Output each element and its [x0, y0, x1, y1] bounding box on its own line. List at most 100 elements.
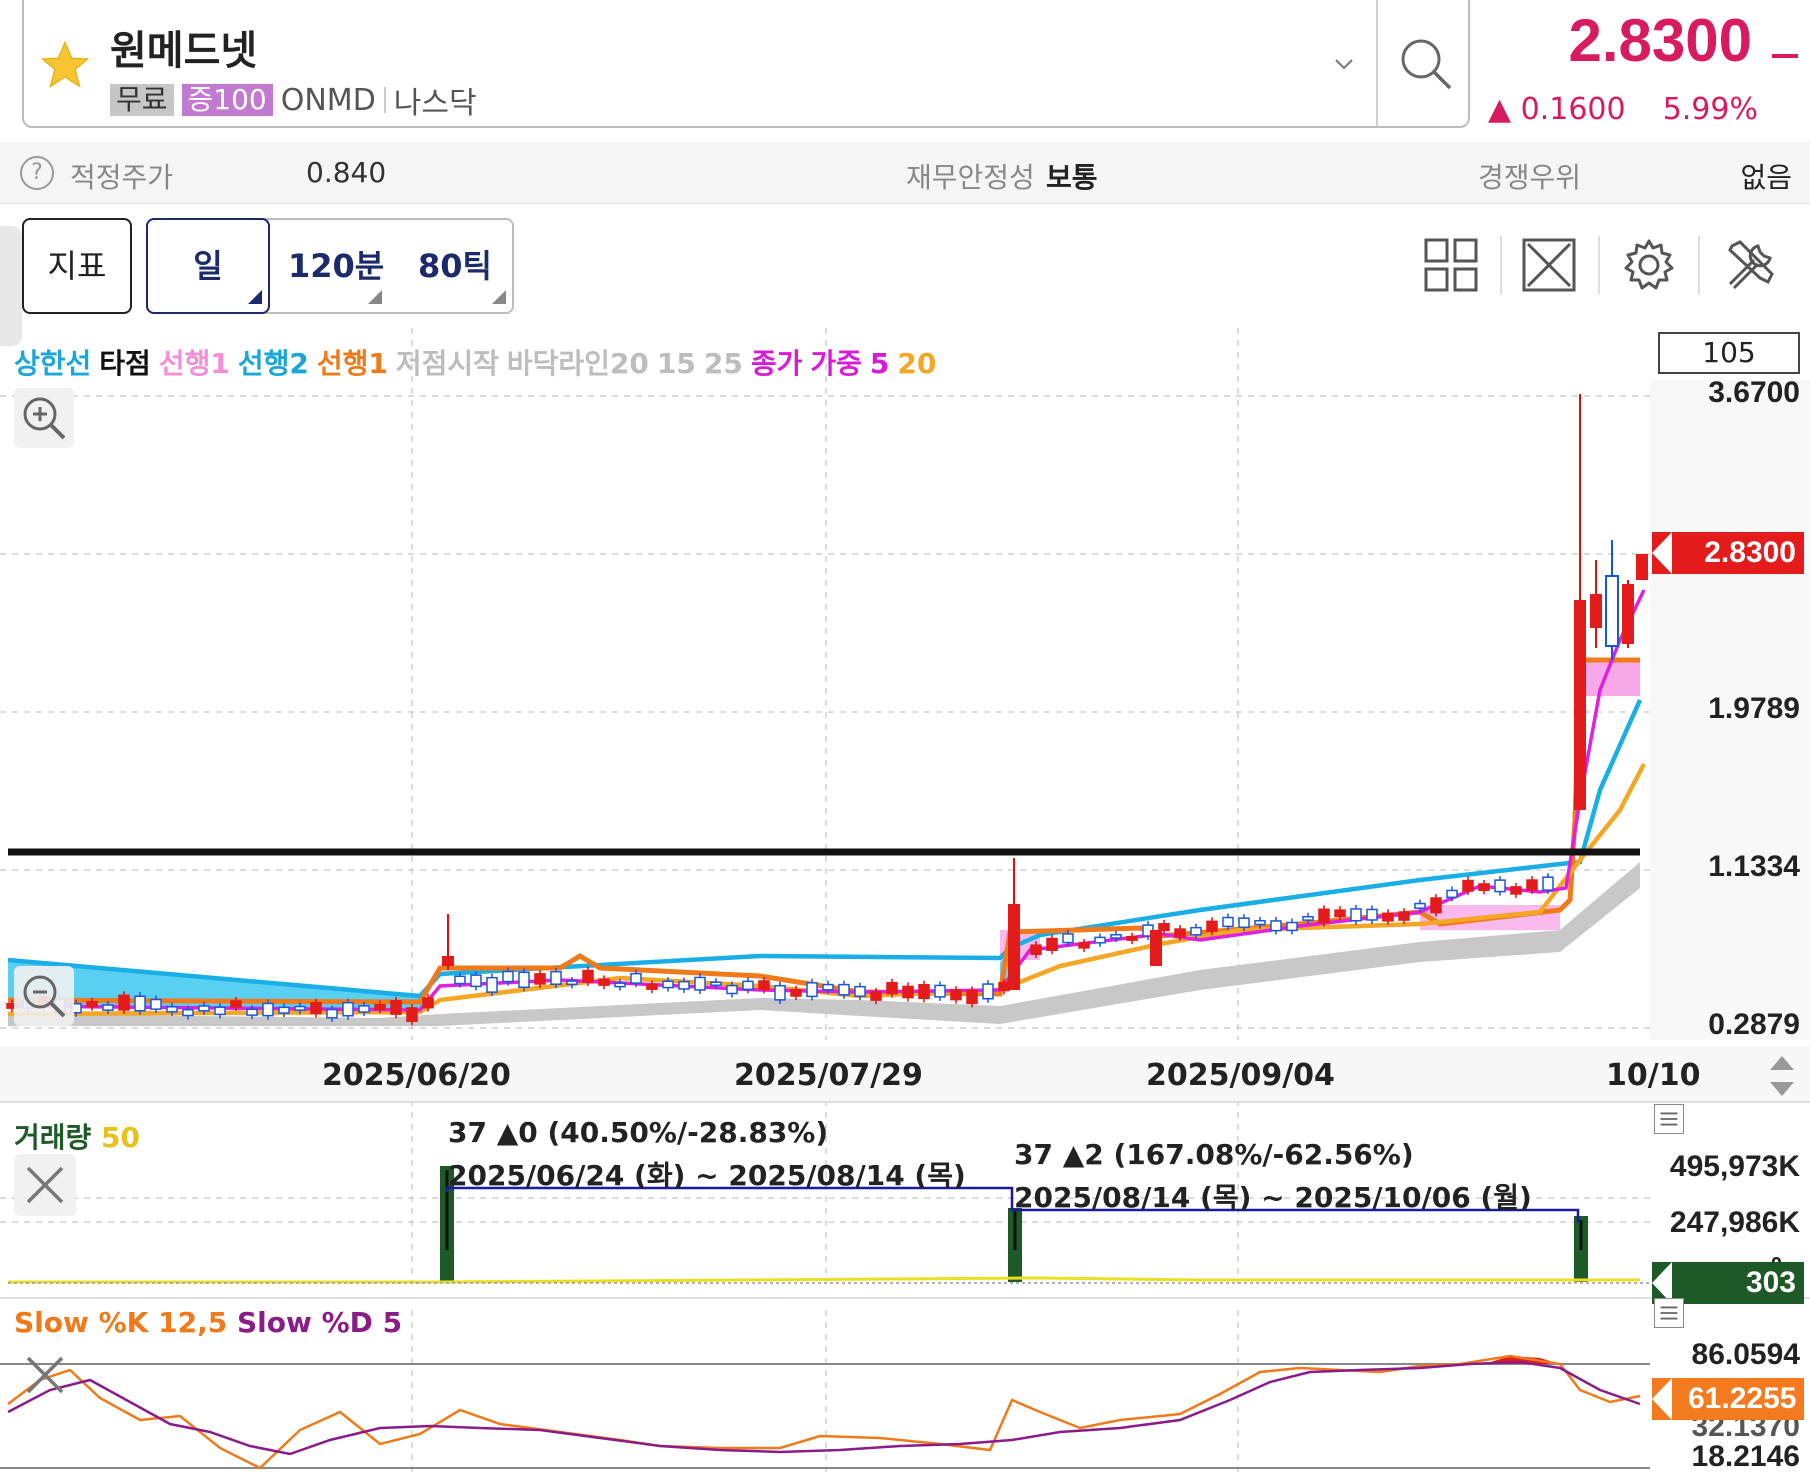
y-tick: 0.2879	[1708, 1008, 1800, 1041]
margin-badge: 증100	[181, 84, 273, 116]
volume-legend: 거래량 50	[14, 1116, 140, 1156]
candle	[134, 995, 146, 1012]
candle	[470, 974, 482, 988]
stoch-y-tick: 86.0594	[1691, 1338, 1800, 1371]
x-date-label: 2025/06/20	[322, 1058, 511, 1093]
pane-menu-icon[interactable]	[1654, 1104, 1684, 1134]
price-change: ▲ 0.1600	[1488, 92, 1626, 127]
candle	[406, 1007, 418, 1023]
minimize-icon[interactable]	[1772, 54, 1798, 58]
timeframe-selector: 일 120분 80틱	[146, 218, 514, 314]
candle	[1078, 942, 1090, 949]
current-stoch-tag: 61.2255	[1652, 1378, 1804, 1420]
market-name: 나스닥	[393, 86, 477, 121]
zoom-in-icon[interactable]	[14, 388, 74, 448]
candle	[662, 980, 674, 989]
dropdown-corner-icon	[368, 290, 382, 304]
scroll-updown-icon[interactable]	[1764, 1052, 1800, 1100]
candle	[1302, 915, 1314, 921]
candle	[502, 970, 514, 983]
price-change-pct: 5.99%	[1662, 92, 1758, 127]
fair-price-value: 0.840	[306, 156, 387, 189]
y-tick: 1.1334	[1708, 850, 1800, 883]
candle	[1254, 919, 1266, 926]
favorite-star-icon[interactable]	[38, 38, 92, 92]
candle	[630, 972, 642, 984]
candle	[1334, 909, 1346, 918]
candle	[1430, 897, 1442, 914]
candle	[534, 973, 546, 985]
candle	[918, 984, 930, 1000]
candle	[1030, 944, 1042, 955]
candle	[374, 1003, 386, 1011]
search-icon[interactable]	[1396, 34, 1456, 94]
candle	[198, 1005, 210, 1012]
timeframe-80tick[interactable]: 80틱	[418, 220, 492, 312]
range-annotation-dates: 2025/06/24 (화) ~ 2025/08/14 (목)	[448, 1159, 966, 1192]
candle	[102, 1004, 114, 1011]
candle	[294, 1005, 306, 1011]
volume-y-tick: 495,973K	[1669, 1150, 1800, 1183]
stock-tags: 무료 증100 ONMD 나스닥	[110, 82, 477, 121]
close-pane-icon[interactable]	[14, 1344, 76, 1406]
indicator-button[interactable]: 지표	[22, 218, 132, 314]
current-price: 2.8300	[1568, 7, 1752, 74]
stability-value: 보통	[1046, 161, 1098, 194]
candle	[390, 1000, 402, 1015]
candle	[1110, 933, 1122, 939]
dropdown-corner-icon	[248, 290, 262, 304]
fullscreen-icon[interactable]	[1520, 236, 1578, 294]
candle	[118, 994, 130, 1011]
range-annotation-stats: 37 ▲0 (40.50%/-28.83%)	[448, 1116, 829, 1149]
tools-icon[interactable]	[1722, 236, 1780, 294]
stock-name[interactable]: 원메드넷	[110, 18, 257, 76]
current-price-tag: 2.8300	[1652, 532, 1804, 574]
candle	[518, 971, 530, 989]
candle	[1318, 908, 1330, 924]
stoch-y-tick: 18.2146	[1691, 1440, 1800, 1473]
volume-period: 50	[101, 1121, 140, 1154]
help-icon[interactable]: ?	[20, 156, 54, 190]
y-tick: 1.9789	[1708, 692, 1800, 725]
x-date-label: 2025/07/29	[734, 1058, 923, 1093]
candle	[950, 989, 962, 1001]
up-arrow-icon: ▲	[1488, 92, 1512, 127]
price-chart[interactable]	[0, 328, 1810, 1477]
candle	[870, 991, 882, 1001]
candle	[758, 980, 770, 991]
divider	[1698, 236, 1700, 294]
candle	[1062, 933, 1074, 944]
candle	[1094, 936, 1106, 944]
valuation-row: ? 적정주가 0.840 재무안정성 보통 경쟁우위 없음	[0, 142, 1810, 204]
close-pane-icon[interactable]	[14, 1154, 76, 1216]
candle	[486, 976, 498, 993]
candle	[422, 997, 434, 1009]
candle	[838, 983, 850, 996]
candle	[1046, 937, 1058, 951]
candle	[646, 983, 658, 990]
competition-value: 없음	[1740, 161, 1792, 194]
zoom-out-icon[interactable]	[14, 966, 74, 1026]
candle	[982, 983, 994, 1000]
candle	[966, 989, 978, 1005]
candle	[822, 983, 834, 991]
candle	[246, 1008, 258, 1016]
settings-icon[interactable]	[1620, 236, 1678, 294]
candle	[1126, 936, 1138, 941]
divider	[383, 87, 386, 113]
candle	[454, 975, 466, 985]
candle	[566, 980, 578, 986]
candle	[582, 969, 594, 983]
candle	[182, 1008, 194, 1017]
candle	[790, 989, 802, 997]
pane-menu-icon[interactable]	[1654, 1298, 1684, 1328]
competition-label: 경쟁우위	[1478, 161, 1582, 194]
divider	[1500, 236, 1502, 294]
candle	[1414, 902, 1426, 909]
candle	[166, 1006, 178, 1013]
layout-grid-icon[interactable]	[1422, 236, 1480, 294]
chevron-down-icon[interactable]	[1332, 52, 1356, 76]
candle	[1158, 923, 1170, 932]
candle	[806, 982, 818, 998]
candle	[1174, 928, 1186, 938]
